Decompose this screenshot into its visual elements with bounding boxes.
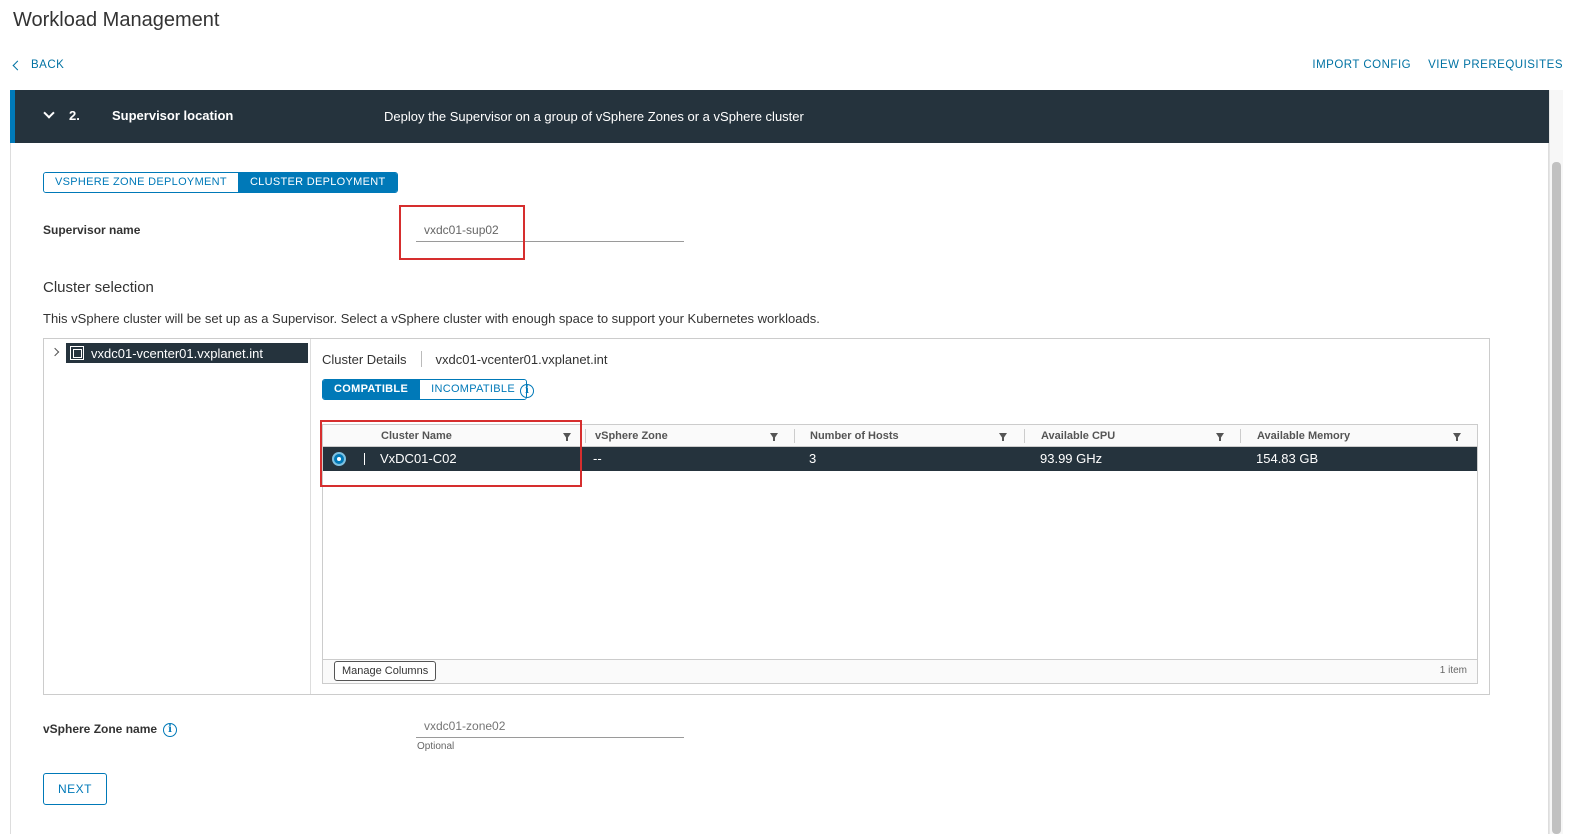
back-label: BACK	[31, 59, 65, 71]
item-count: 1 item	[1439, 665, 1467, 676]
cell-available-cpu: 93.99 GHz	[1040, 451, 1103, 466]
info-icon[interactable]: i	[520, 384, 534, 398]
step-header[interactable]: 2. Supervisor location Deploy the Superv…	[10, 90, 1549, 143]
cell-available-memory: 154.83 GB	[1256, 451, 1319, 466]
vcenter-icon	[70, 346, 84, 360]
column-separator[interactable]	[1240, 429, 1241, 443]
cluster-selection-title: Cluster selection	[43, 279, 154, 296]
column-separator[interactable]	[1024, 429, 1025, 443]
tab-incompatible[interactable]: INCOMPATIBLE	[419, 380, 526, 399]
tab-vsphere-zone-deployment[interactable]: VSPHERE ZONE DEPLOYMENT	[44, 173, 238, 192]
highlight-box-supervisor-name	[399, 205, 525, 260]
step-number: 2.	[69, 108, 80, 123]
compatibility-toggle: COMPATIBLE INCOMPATIBLE	[322, 379, 527, 400]
tab-compatible[interactable]: COMPATIBLE	[323, 380, 420, 399]
import-config-link[interactable]: IMPORT CONFIG	[1312, 59, 1411, 71]
chevron-down-icon[interactable]	[43, 107, 55, 119]
scrollbar-thumb[interactable]	[1552, 162, 1561, 834]
inventory-tree: vxdc01-vcenter01.vxplanet.int	[44, 339, 311, 694]
column-header-number-of-hosts[interactable]: Number of Hosts	[800, 425, 1031, 447]
cluster-details-header: Cluster Details vxdc01-vcenter01.vxplane…	[322, 351, 608, 367]
manage-columns-button[interactable]: Manage Columns	[334, 661, 437, 681]
column-header-vsphere-zone[interactable]: vSphere Zone	[585, 425, 794, 447]
step-description: Deploy the Supervisor on a group of vSph…	[384, 109, 804, 124]
zone-name-hint: Optional	[417, 741, 455, 752]
filter-icon[interactable]	[1216, 433, 1224, 441]
cell-number-of-hosts: 3	[809, 451, 817, 466]
tree-node-label: vxdc01-vcenter01.vxplanet.int	[91, 345, 263, 361]
top-actions: IMPORT CONFIG VIEW PREREQUISITES	[1312, 59, 1563, 71]
cluster-selection-description: This vSphere cluster will be set up as a…	[43, 311, 820, 326]
info-icon[interactable]: i	[163, 723, 177, 737]
step-title: Supervisor location	[112, 108, 234, 123]
highlight-box-cluster-row	[320, 420, 582, 487]
tab-cluster-deployment[interactable]: CLUSTER DEPLOYMENT	[237, 173, 397, 192]
back-link[interactable]: BACK	[12, 59, 65, 71]
cluster-details-label: Cluster Details	[322, 351, 407, 367]
column-separator[interactable]	[794, 429, 795, 443]
chevron-right-icon[interactable]	[50, 347, 60, 357]
page-title: Workload Management	[13, 9, 220, 31]
filter-icon[interactable]	[999, 433, 1007, 441]
cell-vsphere-zone: --	[593, 451, 602, 466]
chevron-left-icon	[12, 60, 23, 71]
supervisor-name-label: Supervisor name	[43, 223, 141, 237]
datagrid-footer: Manage Columns 1 item	[323, 659, 1477, 683]
zone-name-label: vSphere Zone name	[43, 722, 158, 736]
zone-name-input[interactable]	[416, 714, 684, 738]
column-header-available-cpu[interactable]: Available CPU	[1031, 425, 1247, 447]
view-prerequisites-link[interactable]: VIEW PREREQUISITES	[1428, 59, 1563, 71]
cluster-selector: vxdc01-vcenter01.vxplanet.int Cluster De…	[43, 338, 1490, 695]
scrollbar[interactable]	[1549, 90, 1563, 834]
filter-icon[interactable]	[770, 433, 778, 441]
cluster-details-value: vxdc01-vcenter01.vxplanet.int	[435, 351, 608, 367]
filter-icon[interactable]	[1453, 433, 1461, 441]
deployment-type-toggle: VSPHERE ZONE DEPLOYMENT CLUSTER DEPLOYME…	[43, 172, 398, 193]
divider	[420, 351, 422, 367]
tree-node-vcenter[interactable]: vxdc01-vcenter01.vxplanet.int	[66, 343, 308, 363]
column-header-available-memory[interactable]: Available Memory	[1247, 425, 1477, 447]
next-button[interactable]: NEXT	[43, 773, 107, 805]
